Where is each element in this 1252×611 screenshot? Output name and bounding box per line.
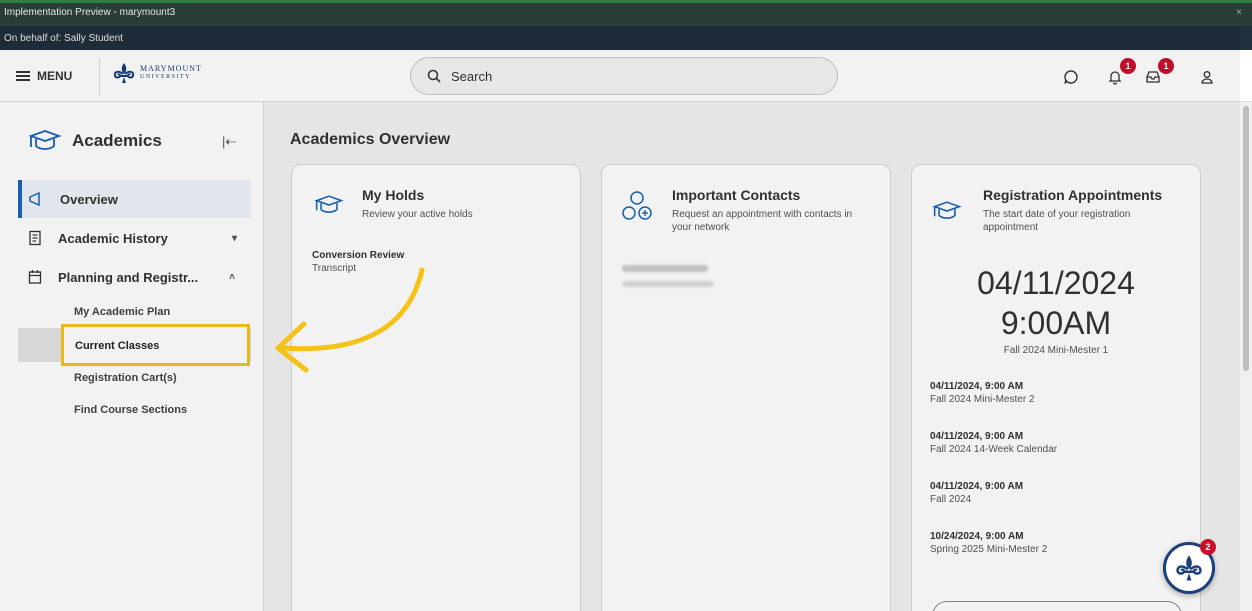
app-header: MENU MARYMOUNT UNIVERSITY 1 (0, 50, 1252, 102)
holds-subtitle: Review your active holds (362, 209, 473, 220)
header-divider (99, 58, 100, 96)
appointment-term: Fall 2024 (930, 494, 972, 505)
search-bar[interactable] (410, 57, 838, 95)
sidebar-title-text: Academics (72, 131, 162, 150)
hold-name: Conversion Review (312, 250, 405, 261)
registration-term: Fall 2024 Mini-Mester 1 (1003, 345, 1109, 356)
appointment-term: Spring 2025 Mini-Mester 2 (930, 544, 1048, 555)
chat-badge: 2 (1200, 539, 1216, 555)
menu-label: MENU (37, 69, 73, 83)
important-contacts-card[interactable]: Important Contacts Request an appointmen… (601, 164, 891, 611)
sidebar-item-planning[interactable]: Planning and Registr... ˄ (18, 258, 251, 296)
sidebar-subitem-registration-cart[interactable]: Registration Cart(s) (74, 372, 177, 384)
chat-bubble-icon (1064, 70, 1078, 84)
graduation-cap-icon (28, 130, 62, 150)
document-icon (29, 230, 41, 246)
graduation-cap-icon (314, 195, 344, 213)
search-icon (427, 69, 441, 83)
preview-bar: Implementation Preview - marymount3 × (0, 0, 1252, 26)
on-behalf-text: On behalf of: Sally Student (4, 33, 123, 44)
contacts-subtitle: Request an appointment with contacts in … (672, 209, 853, 233)
view-all-button[interactable] (932, 601, 1182, 611)
menu-button[interactable]: MENU (16, 64, 72, 88)
window-title: Implementation Preview - marymount3 (4, 7, 176, 18)
logo-line-2: UNIVERSITY (140, 74, 191, 80)
inbox-button[interactable]: 1 (1140, 58, 1174, 90)
fleur-de-lis-icon (113, 63, 135, 83)
university-logo[interactable]: MARYMOUNT UNIVERSITY (112, 62, 202, 84)
sidebar: Academics |⇠ Overview Academic History ▾… (0, 102, 264, 611)
contacts-title: Important Contacts (672, 187, 801, 203)
registration-subtitle: The start date of your registration appo… (983, 209, 1131, 233)
logo-line-1: MARYMOUNT (140, 64, 202, 73)
sidebar-subitem-my-academic-plan[interactable]: My Academic Plan (74, 306, 170, 318)
contacts-network-icon (622, 191, 652, 220)
registration-appointments-card[interactable]: Registration Appointments The start date… (911, 164, 1201, 611)
page-scrollbar[interactable] (1240, 102, 1252, 611)
help-chat-button[interactable]: 2 (1163, 539, 1216, 594)
sidebar-item-academic-history[interactable]: Academic History ▾ (18, 219, 251, 257)
scrollbar-thumb[interactable] (1243, 106, 1249, 371)
sidebar-item-label: Planning and Registr... (58, 269, 199, 285)
fleur-de-lis-icon (1176, 555, 1202, 581)
my-holds-card[interactable]: My Holds Review your active holds Conver… (291, 164, 581, 611)
chevron-down-icon: ▾ (231, 232, 237, 244)
sidebar-title: Academics (28, 130, 162, 152)
page-title: Academics Overview (290, 131, 451, 148)
hamburger-icon (16, 69, 30, 83)
sidebar-item-overview[interactable]: Overview (18, 180, 251, 218)
profile-button[interactable] (1194, 64, 1220, 90)
notifications-badge: 1 (1120, 58, 1136, 74)
registration-title: Registration Appointments (983, 187, 1163, 203)
inbox-badge: 1 (1158, 58, 1174, 74)
megaphone-icon (29, 191, 40, 207)
close-icon[interactable]: × (1236, 7, 1242, 18)
appointment-when: 04/11/2024, 9:00 AM (930, 481, 1024, 492)
chevron-up-icon: ˄ (229, 271, 235, 283)
blurred-contact-name (622, 265, 708, 272)
sidebar-item-label: Overview (60, 191, 118, 207)
appointment-term: Fall 2024 Mini-Mester 2 (930, 394, 1035, 405)
appointment-when: 04/11/2024, 9:00 AM (930, 381, 1024, 392)
user-icon (1201, 71, 1213, 84)
holds-title: My Holds (362, 187, 425, 203)
appointment-term: Fall 2024 14-Week Calendar (930, 444, 1058, 455)
graduation-cap-icon (932, 201, 962, 219)
inbox-icon (1146, 71, 1160, 83)
bell-icon (1108, 71, 1122, 85)
sidebar-subitem-find-course-sections[interactable]: Find Course Sections (74, 404, 187, 416)
search-input[interactable] (451, 68, 811, 84)
proxy-bar: On behalf of: Sally Student (0, 26, 1252, 50)
sidebar-subitem-current-classes[interactable]: Current Classes (61, 324, 250, 366)
calendar-icon (28, 270, 42, 284)
notifications-button[interactable]: 1 (1102, 58, 1136, 90)
collapse-sidebar-icon[interactable]: |⇠ (222, 134, 236, 150)
chat-button[interactable] (1058, 64, 1084, 90)
blurred-contact-role (622, 281, 714, 287)
registration-time: 9:00AM (1000, 305, 1112, 341)
tutorial-arrow-icon (275, 267, 425, 373)
sidebar-item-label: Academic History (58, 230, 168, 246)
appointment-when: 04/11/2024, 9:00 AM (930, 431, 1024, 442)
registration-date: 04/11/2024 (977, 265, 1135, 301)
appointment-when: 10/24/2024, 9:00 AM (930, 531, 1024, 542)
